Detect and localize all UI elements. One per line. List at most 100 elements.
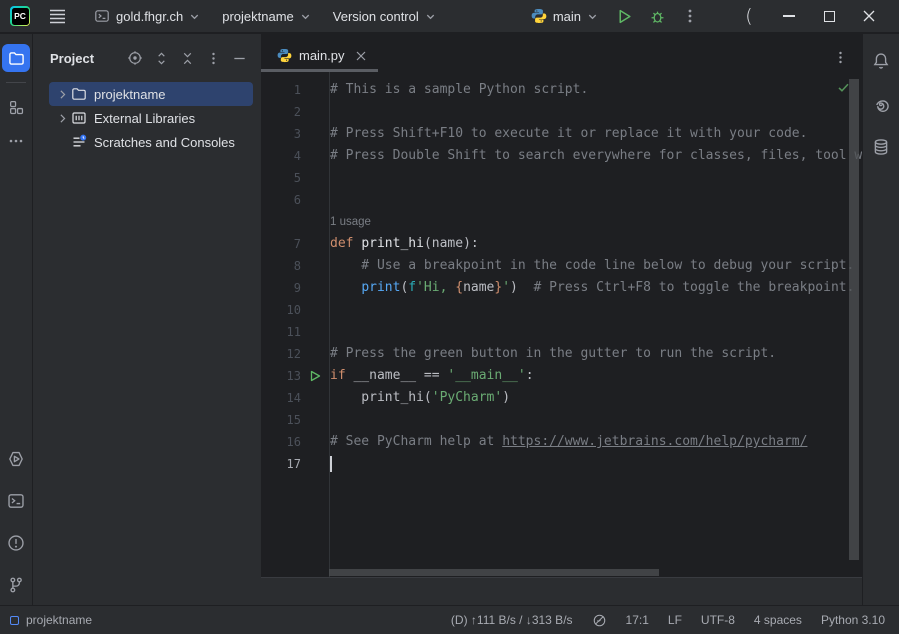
code-line-9[interactable]: 9 print(f'Hi, {name}') # Press Ctrl+F8 t… bbox=[261, 277, 862, 299]
code-text bbox=[328, 299, 862, 321]
code-line-4[interactable]: 4# Press Double Shift to search everywhe… bbox=[261, 145, 862, 167]
tree-item-scratches-and-consoles[interactable]: Scratches and Consoles bbox=[49, 130, 253, 154]
remote-host-menu[interactable]: gold.fhgr.ch bbox=[87, 3, 207, 29]
tab-close-icon[interactable] bbox=[354, 51, 368, 61]
tab-bar-options-button[interactable] bbox=[833, 50, 848, 65]
line-number[interactable]: 6 bbox=[261, 189, 301, 211]
notifications-button[interactable] bbox=[867, 47, 895, 75]
code-text bbox=[328, 167, 862, 189]
code-line-7[interactable]: 7def print_hi(name): bbox=[261, 233, 862, 255]
line-number[interactable]: 4 bbox=[261, 145, 301, 167]
caret-position-widget[interactable]: 17:1 bbox=[626, 613, 649, 627]
line-number[interactable]: 7 bbox=[261, 233, 301, 255]
database-button[interactable] bbox=[867, 133, 895, 161]
code-line-17[interactable]: 17 bbox=[261, 453, 862, 475]
chevron-down-icon bbox=[425, 11, 436, 22]
line-number[interactable]: 9 bbox=[261, 277, 301, 299]
line-number[interactable]: 2 bbox=[261, 101, 301, 123]
code-line-16[interactable]: 16 # See PyCharm help at https://www.jetb… bbox=[261, 431, 862, 453]
version-control-menu[interactable]: Version control bbox=[326, 4, 443, 29]
vertical-scrollbar[interactable] bbox=[849, 79, 859, 560]
terminal-tool-button[interactable] bbox=[2, 487, 30, 515]
line-number[interactable]: 3 bbox=[261, 123, 301, 145]
tab-main-py[interactable]: main.py bbox=[261, 39, 378, 72]
gutter-slot bbox=[301, 453, 328, 475]
project-menu[interactable]: projektname bbox=[215, 4, 318, 29]
maximize-button[interactable] bbox=[809, 2, 849, 30]
line-number[interactable]: 5 bbox=[261, 167, 301, 189]
code-line-1[interactable]: 1# This is a sample Python script. bbox=[261, 79, 862, 101]
code-line-5[interactable]: 5 bbox=[261, 167, 862, 189]
tree-item-external-libraries[interactable]: External Libraries bbox=[49, 106, 253, 130]
line-number[interactable]: 10 bbox=[261, 299, 301, 321]
collapse-all-button[interactable] bbox=[178, 49, 197, 68]
code-line-15[interactable]: 15 bbox=[261, 409, 862, 431]
chevron-right-icon[interactable] bbox=[54, 88, 71, 101]
line-number[interactable]: 11 bbox=[261, 321, 301, 343]
code-line-11[interactable]: 11 bbox=[261, 321, 862, 343]
expand-all-button[interactable] bbox=[152, 49, 171, 68]
line-number[interactable]: 1 bbox=[261, 79, 301, 101]
left-tool-stripe bbox=[0, 34, 33, 605]
debug-button[interactable] bbox=[644, 3, 671, 30]
locate-file-button[interactable] bbox=[125, 48, 145, 68]
status-project-widget[interactable]: projektname bbox=[10, 613, 92, 627]
encoding-widget[interactable]: UTF-8 bbox=[701, 613, 735, 627]
run-line-icon[interactable] bbox=[301, 365, 328, 387]
code-line-14[interactable]: 14 print_hi('PyCharm') bbox=[261, 387, 862, 409]
line-number[interactable]: 17 bbox=[261, 453, 301, 475]
minimize-button[interactable] bbox=[769, 2, 809, 30]
line-number[interactable]: 12 bbox=[261, 343, 301, 365]
line-number[interactable]: 15 bbox=[261, 409, 301, 431]
run-button[interactable] bbox=[611, 3, 638, 30]
usages-inlay-hint[interactable]: 1 usage bbox=[328, 211, 862, 233]
code-text: # See PyCharm help at https://www.jetbra… bbox=[328, 431, 862, 453]
code-line-6[interactable]: 6 bbox=[261, 189, 862, 211]
right-tool-stripe bbox=[862, 34, 899, 605]
status-project-name: projektname bbox=[26, 613, 92, 627]
inspection-highlight-icon[interactable] bbox=[592, 613, 607, 628]
line-separator-widget[interactable]: LF bbox=[668, 613, 682, 627]
project-tree: projektnameExternal LibrariesScratches a… bbox=[33, 82, 261, 154]
panel-options-button[interactable] bbox=[204, 49, 223, 68]
crescent-icon[interactable]: ( bbox=[729, 2, 769, 30]
services-tool-button[interactable] bbox=[2, 445, 30, 473]
main-menu-button[interactable] bbox=[44, 4, 71, 29]
indent-widget[interactable]: 4 spaces bbox=[754, 613, 802, 627]
line-number[interactable]: 14 bbox=[261, 387, 301, 409]
editor-tab-bar: main.py bbox=[261, 34, 862, 72]
version-control-tool-button[interactable] bbox=[2, 571, 30, 599]
run-configuration-selector[interactable]: main bbox=[524, 3, 605, 29]
gutter-slot bbox=[301, 123, 328, 145]
code-line-10[interactable]: 10 bbox=[261, 299, 862, 321]
run-configuration-label: main bbox=[553, 9, 581, 24]
code-line-13[interactable]: 13if __name__ == '__main__': bbox=[261, 365, 862, 387]
network-speed-widget[interactable]: (D) ↑111 B/s / ↓313 B/s bbox=[451, 613, 573, 627]
horizontal-scrollbar[interactable] bbox=[329, 569, 659, 576]
line-number[interactable]: 13 bbox=[261, 365, 301, 387]
close-button[interactable] bbox=[849, 2, 889, 30]
code-line-8[interactable]: 8 # Use a breakpoint in the code line be… bbox=[261, 255, 862, 277]
problems-tool-button[interactable] bbox=[2, 529, 30, 557]
code-text bbox=[328, 101, 862, 123]
pycharm-logo-icon: PC bbox=[10, 6, 30, 26]
more-actions-button[interactable] bbox=[677, 3, 703, 29]
gutter-slot bbox=[301, 255, 328, 277]
gutter-slot bbox=[301, 387, 328, 409]
ai-assistant-button[interactable] bbox=[867, 90, 895, 118]
structure-tool-button[interactable] bbox=[2, 93, 30, 121]
project-tool-button[interactable] bbox=[2, 44, 30, 72]
more-tool-windows-button[interactable] bbox=[2, 127, 30, 155]
line-number[interactable]: 8 bbox=[261, 255, 301, 277]
code-line-3[interactable]: 3 # Press Shift+F10 to execute it or repl… bbox=[261, 123, 862, 145]
tree-item-projektname[interactable]: projektname bbox=[49, 82, 253, 106]
code-line-12[interactable]: 12 # Press the green button in the gutter… bbox=[261, 343, 862, 365]
chevron-right-icon[interactable] bbox=[54, 112, 71, 125]
code-editor[interactable]: 1# This is a sample Python script.23 # Pr… bbox=[261, 72, 862, 578]
code-text: # Press Shift+F10 to execute it or repla… bbox=[328, 123, 862, 145]
line-number[interactable]: 16 bbox=[261, 431, 301, 453]
interpreter-widget[interactable]: Python 3.10 bbox=[821, 613, 885, 627]
code-line-2[interactable]: 2 bbox=[261, 101, 862, 123]
code-text: # Press the green button in the gutter t… bbox=[328, 343, 862, 365]
hide-panel-button[interactable] bbox=[230, 49, 249, 68]
